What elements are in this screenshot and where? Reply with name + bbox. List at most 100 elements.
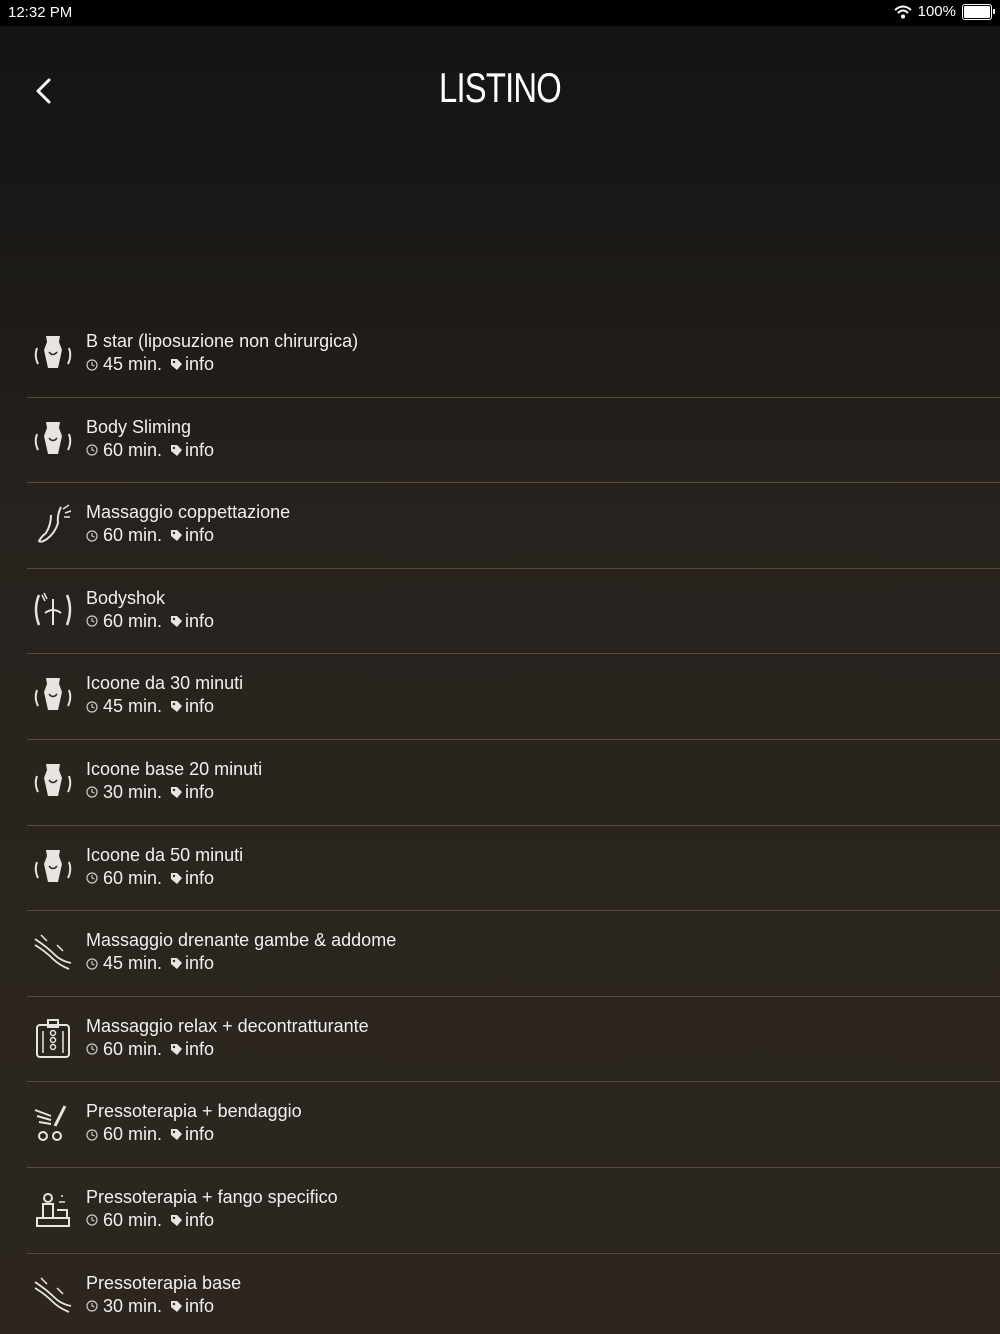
clock-icon [86, 786, 98, 799]
service-item[interactable]: Icoone da 50 minuti 60 min. info [27, 826, 1000, 912]
service-info-link[interactable]: info [185, 782, 214, 803]
service-name: Bodyshok [86, 587, 166, 608]
service-duration: 60 min. [103, 1209, 163, 1230]
tag-icon [171, 786, 183, 798]
tag-icon [171, 1300, 183, 1312]
tag-icon [171, 359, 183, 370]
battery-percentage: 100% [917, 3, 956, 20]
service-info-link[interactable]: info [185, 611, 214, 632]
service-name: Icoone base 20 minuti [86, 758, 263, 779]
service-name: Massaggio relax + decontratturante [86, 1015, 369, 1036]
service-item[interactable]: Massaggio drenante gambe & addome 45 min.… [27, 911, 1000, 997]
pressotherapy-mud-icon [36, 1192, 70, 1227]
service-name: Body Sliming [86, 416, 192, 437]
service-list: B star (liposuzione non chirurgica) 45 mi… [0, 312, 1000, 1334]
service-name: Pressoterapia + bendaggio [86, 1101, 302, 1122]
clock-icon [86, 958, 98, 970]
body-contour-icon [34, 336, 72, 368]
service-duration: 30 min. [103, 1295, 163, 1316]
legs-drain-icon [34, 934, 72, 970]
service-info-link[interactable]: info [185, 1296, 214, 1317]
service-duration: 60 min. [103, 1124, 163, 1145]
service-name: Massaggio coppettazione [86, 502, 291, 523]
service-meta: 60 min. info [86, 1039, 214, 1060]
service-item[interactable]: B star (liposuzione non chirurgica) 45 mi… [27, 312, 1000, 398]
body-contour-icon [34, 678, 72, 711]
legs-drain-icon [34, 1277, 72, 1313]
service-name: B star (liposuzione non chirurgica) [86, 331, 359, 351]
service-duration: 60 min. [103, 610, 163, 631]
service-meta: 30 min. info [86, 782, 214, 803]
page-title: LISTINO [439, 64, 562, 111]
pressotherapy-bandage-icon [34, 1105, 67, 1142]
service-meta: 60 min. info [86, 440, 214, 461]
service-duration: 45 min. [103, 953, 163, 974]
tag-icon [171, 872, 183, 884]
service-info-link[interactable]: info [185, 354, 214, 375]
service-info-link[interactable]: info [185, 525, 214, 546]
service-meta: 45 min. info [86, 354, 214, 375]
service-meta: 45 min. info [86, 696, 214, 717]
clock-icon [86, 872, 98, 884]
service-info-link[interactable]: info [185, 1039, 214, 1060]
clock-icon [86, 444, 98, 456]
service-name: Icoone da 50 minuti [86, 844, 244, 865]
service-name: Icoone da 30 minuti [86, 673, 244, 694]
service-item[interactable]: Pressoterapia + bendaggio 60 min. info [27, 1082, 1000, 1168]
navigation-bar: LISTINO [0, 26, 1000, 146]
service-duration: 30 min. [103, 781, 163, 802]
body-shock-icon [34, 592, 72, 626]
service-duration: 45 min. [103, 696, 163, 717]
tag-icon [171, 444, 183, 456]
clock-icon [86, 1043, 98, 1055]
clock-icon [86, 358, 98, 371]
clock-icon [86, 530, 98, 542]
clock-icon [86, 1300, 98, 1312]
service-info-link[interactable]: info [185, 440, 214, 461]
tag-icon [171, 958, 183, 970]
body-contour-icon [34, 849, 72, 882]
leg-massage-icon [37, 504, 72, 543]
service-item[interactable]: Body Sliming 60 min. info [27, 398, 1000, 484]
service-duration: 60 min. [103, 1038, 163, 1059]
service-item[interactable]: Massaggio coppettazione 60 min. info [27, 483, 1000, 569]
service-info-link[interactable]: info [185, 868, 214, 889]
tag-icon [171, 615, 183, 627]
body-contour-icon [34, 763, 72, 796]
service-name: Pressoterapia + fango specifico [86, 1186, 338, 1207]
service-duration: 60 min. [103, 867, 163, 888]
service-item[interactable]: Icoone da 30 minuti 45 min. info [27, 654, 1000, 740]
service-info-link[interactable]: info [185, 1210, 214, 1231]
service-info-link[interactable]: info [185, 953, 214, 974]
service-duration: 45 min. [103, 354, 163, 374]
body-contour-icon [34, 421, 72, 454]
service-item[interactable]: Massaggio relax + decontratturante 60 min… [27, 997, 1000, 1083]
status-indicators: 100% [893, 3, 995, 20]
service-meta: 60 min. info [86, 611, 214, 632]
service-meta: 60 min. info [86, 525, 214, 546]
service-item[interactable]: Pressoterapia + fango specifico 60 min. in… [27, 1168, 1000, 1254]
service-item[interactable]: Bodyshok 60 min. info [27, 569, 1000, 655]
screen: 12:32 PM 100% LISTINO B star (liposuzion… [0, 0, 1000, 1334]
service-item[interactable]: Pressoterapia base 30 min. info [27, 1254, 1000, 1334]
service-duration: 60 min. [103, 439, 163, 460]
service-meta: 45 min. info [86, 953, 214, 974]
service-meta: 60 min. info [86, 1124, 214, 1145]
service-item[interactable]: Icoone base 20 minuti 30 min. info [27, 740, 1000, 826]
service-name: Pressoterapia base [86, 1272, 242, 1293]
tag-icon [171, 701, 183, 713]
tag-icon [171, 1214, 183, 1226]
service-meta: 60 min. info [86, 868, 214, 889]
service-duration: 60 min. [103, 525, 163, 546]
battery-icon [962, 3, 995, 20]
service-name: Massaggio drenante gambe & addome [86, 930, 397, 951]
wifi-icon [893, 5, 912, 18]
clock-icon [86, 615, 98, 627]
clock-icon [86, 1214, 98, 1227]
tag-icon [171, 530, 183, 542]
clock-icon [86, 701, 98, 713]
back-chevron-icon[interactable] [28, 74, 62, 108]
tag-icon [171, 1043, 183, 1055]
service-info-link[interactable]: info [185, 696, 214, 717]
service-info-link[interactable]: info [185, 1124, 214, 1145]
